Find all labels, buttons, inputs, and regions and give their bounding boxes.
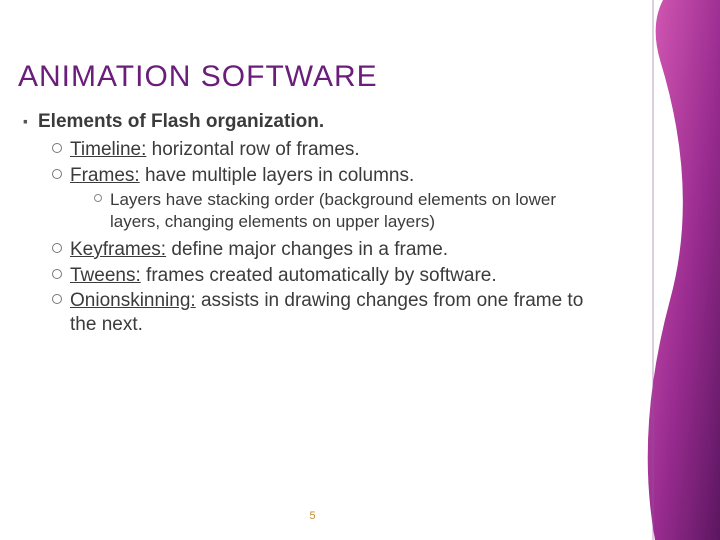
item-frames: Frames: have multiple layers in columns. <box>18 164 588 188</box>
side-decoration <box>625 0 720 540</box>
term-timeline: Timeline: <box>70 139 146 160</box>
heading-elements: Elements of Flash organization. <box>18 110 588 134</box>
term-tweens: Tweens: <box>70 265 141 286</box>
slide-content: Elements of Flash organization. Timeline… <box>18 110 588 339</box>
item-keyframes: Keyframes: define major changes in a fra… <box>18 238 588 262</box>
item-tweens: Tweens: frames created automatically by … <box>18 264 588 288</box>
term-frames: Frames: <box>70 165 140 186</box>
desc-timeline: horizontal row of frames. <box>146 139 359 160</box>
desc-frames: have multiple layers in columns. <box>140 165 415 186</box>
item-onionskinning: Onionskinning: assists in drawing change… <box>18 289 588 337</box>
term-onionskinning: Onionskinning: <box>70 290 196 311</box>
desc-tweens: frames created automatically by software… <box>141 265 497 286</box>
slide-title: ANIMATION SOFTWARE <box>18 60 378 94</box>
page-number: 5 <box>0 510 625 522</box>
item-layers-note: Layers have stacking order (background e… <box>18 189 588 232</box>
item-timeline: Timeline: horizontal row of frames. <box>18 138 588 162</box>
slide: ANIMATION SOFTWARE Elements of Flash org… <box>0 0 720 540</box>
term-keyframes: Keyframes: <box>70 239 166 260</box>
desc-keyframes: define major changes in a frame. <box>166 239 448 260</box>
